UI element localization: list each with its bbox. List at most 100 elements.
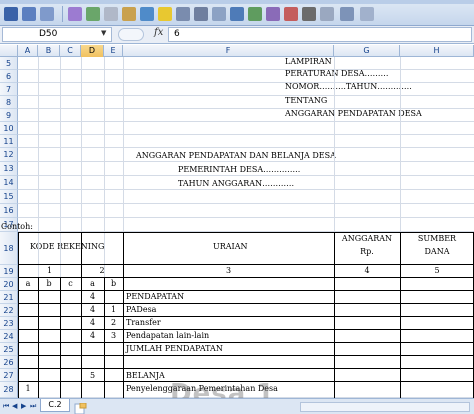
column-number-3[interactable]: 3 [123, 265, 334, 277]
column-header-b[interactable]: B [38, 45, 60, 57]
column-header-a[interactable]: A [18, 45, 38, 57]
next-sheet-icon[interactable]: ▶ [21, 402, 29, 412]
gridline-horizontal [18, 121, 474, 122]
row-28-a[interactable]: 1 [18, 383, 38, 395]
row-header-6[interactable]: 6 [0, 70, 18, 83]
row-21-d[interactable]: 4 [81, 291, 104, 303]
table-border [123, 232, 124, 398]
anggaran-unit-header[interactable]: Rp. [334, 246, 400, 258]
anggaran-pendapatan-label[interactable]: ANGGARAN PENDAPATAN DESA [285, 108, 422, 120]
column-header-d[interactable]: D [81, 45, 104, 57]
row-header-20[interactable]: 20 [0, 278, 18, 291]
chart-icon[interactable] [230, 7, 244, 21]
row-header-18[interactable]: 18 [0, 232, 18, 265]
row-header-15[interactable]: 15 [0, 190, 18, 204]
name-box[interactable]: D50 [2, 27, 112, 42]
row-header-16[interactable]: 16 [0, 204, 18, 218]
row-header-23[interactable]: 23 [0, 317, 18, 330]
row-header-24[interactable]: 24 [0, 330, 18, 343]
row-header-26[interactable]: 26 [0, 356, 18, 369]
horizontal-scrollbar[interactable] [300, 402, 470, 412]
row-25-uraian[interactable]: JUMLAH PENDAPATAN [126, 343, 223, 355]
save-icon[interactable] [4, 7, 18, 21]
column-number-5[interactable]: 5 [400, 265, 474, 277]
row-21-uraian[interactable]: PENDAPATAN [126, 291, 184, 303]
print-icon[interactable] [194, 7, 208, 21]
formula-bar: D50 ▼ fx 6 [0, 26, 474, 44]
row-header-19[interactable]: 19 [0, 265, 18, 278]
warning-icon[interactable] [158, 7, 172, 21]
zoom-icon[interactable] [320, 7, 334, 21]
row-header-14[interactable]: 14 [0, 176, 18, 190]
cell-area[interactable]: LAMPIRAN PERATURAN DESA……… NOMOR……….TAHU… [1, 56, 474, 398]
row-24-d[interactable]: 4 [81, 330, 104, 342]
brush-icon[interactable] [86, 7, 100, 21]
row-header-27[interactable]: 27 [0, 369, 18, 382]
sub-header-a[interactable]: a [18, 278, 38, 290]
sub-header-e[interactable]: b [104, 278, 123, 290]
more-icon[interactable] [340, 7, 354, 21]
row-header-11[interactable]: 11 [0, 135, 18, 148]
row-23-d[interactable]: 4 [81, 317, 104, 329]
first-sheet-icon[interactable]: ⏮ [3, 402, 11, 412]
table-border [18, 290, 474, 291]
grid-icon[interactable] [176, 7, 190, 21]
sumber-dana-header[interactable]: DANA [400, 246, 474, 258]
row-22-e[interactable]: 1 [104, 304, 123, 316]
row-23-e[interactable]: 2 [104, 317, 123, 329]
column-header-e[interactable]: E [104, 45, 123, 57]
column-header-h[interactable]: H [400, 45, 474, 57]
format-icon[interactable] [68, 7, 82, 21]
anggaran-header[interactable]: ANGGARAN [334, 233, 400, 245]
row-24-uraian[interactable]: Pendapatan lain-lain [126, 330, 209, 342]
column-number-1[interactable]: 1 [18, 265, 81, 277]
row-22-d[interactable]: 4 [81, 304, 104, 316]
row-header-8[interactable]: 8 [0, 96, 18, 109]
column-number-2[interactable]: 2 [81, 265, 123, 277]
table-icon[interactable] [140, 7, 154, 21]
row-header-10[interactable]: 10 [0, 122, 18, 135]
row-header-7[interactable]: 7 [0, 83, 18, 96]
lampiran-label[interactable]: LAMPIRAN [285, 56, 332, 68]
select-all-corner[interactable] [0, 45, 18, 57]
row-header-21[interactable]: 21 [0, 291, 18, 304]
redo-icon[interactable] [40, 7, 54, 21]
fx-icon[interactable]: fx [154, 27, 163, 38]
picture-icon[interactable] [248, 7, 262, 21]
uraian-header[interactable]: URAIAN [213, 241, 247, 253]
sum-icon[interactable] [302, 7, 316, 21]
row-header-28[interactable]: 28 [0, 382, 18, 398]
chevron-down-icon[interactable]: ▼ [101, 29, 106, 37]
column-header-c[interactable]: C [60, 45, 81, 57]
paste-icon[interactable] [122, 7, 136, 21]
row-23-uraian[interactable]: Transfer [126, 317, 161, 329]
row-header-13[interactable]: 13 [0, 162, 18, 176]
sort-icon[interactable] [266, 7, 280, 21]
last-sheet-icon[interactable]: ⏭ [30, 402, 38, 412]
column-header-g[interactable]: G [334, 45, 400, 57]
tentang-label[interactable]: TENTANG [285, 95, 327, 107]
row-header-25[interactable]: 25 [0, 343, 18, 356]
sub-header-c[interactable]: c [60, 278, 81, 290]
preview-icon[interactable] [212, 7, 226, 21]
row-header-12[interactable]: 12 [0, 148, 18, 162]
insert-sheet-icon[interactable] [73, 400, 87, 414]
copy-icon[interactable] [104, 7, 118, 21]
row-22-uraian[interactable]: PADesa [126, 304, 156, 316]
row-header-22[interactable]: 22 [0, 304, 18, 317]
undo-icon[interactable] [22, 7, 36, 21]
formula-input[interactable]: 6 [168, 27, 472, 42]
column-number-4[interactable]: 4 [334, 265, 400, 277]
filter-icon[interactable] [284, 7, 298, 21]
kode-rekening-header[interactable]: KODE REKENING [30, 241, 104, 253]
row-24-e[interactable]: 3 [104, 330, 123, 342]
spreadsheet-grid[interactable]: A B C D E F G H 5 6 7 8 9 10 11 12 13 14 15 16 17 18 1… [0, 45, 474, 398]
sheet-tab-c2[interactable]: C.2 [40, 399, 70, 412]
options-icon[interactable] [360, 7, 374, 21]
sumber-header[interactable]: SUMBER [400, 233, 474, 245]
prev-sheet-icon[interactable]: ◀ [12, 402, 20, 412]
sub-header-b[interactable]: b [38, 278, 60, 290]
row-header-5[interactable]: 5 [0, 57, 18, 70]
row-header-9[interactable]: 9 [0, 109, 18, 122]
sub-header-d[interactable]: a [81, 278, 104, 290]
